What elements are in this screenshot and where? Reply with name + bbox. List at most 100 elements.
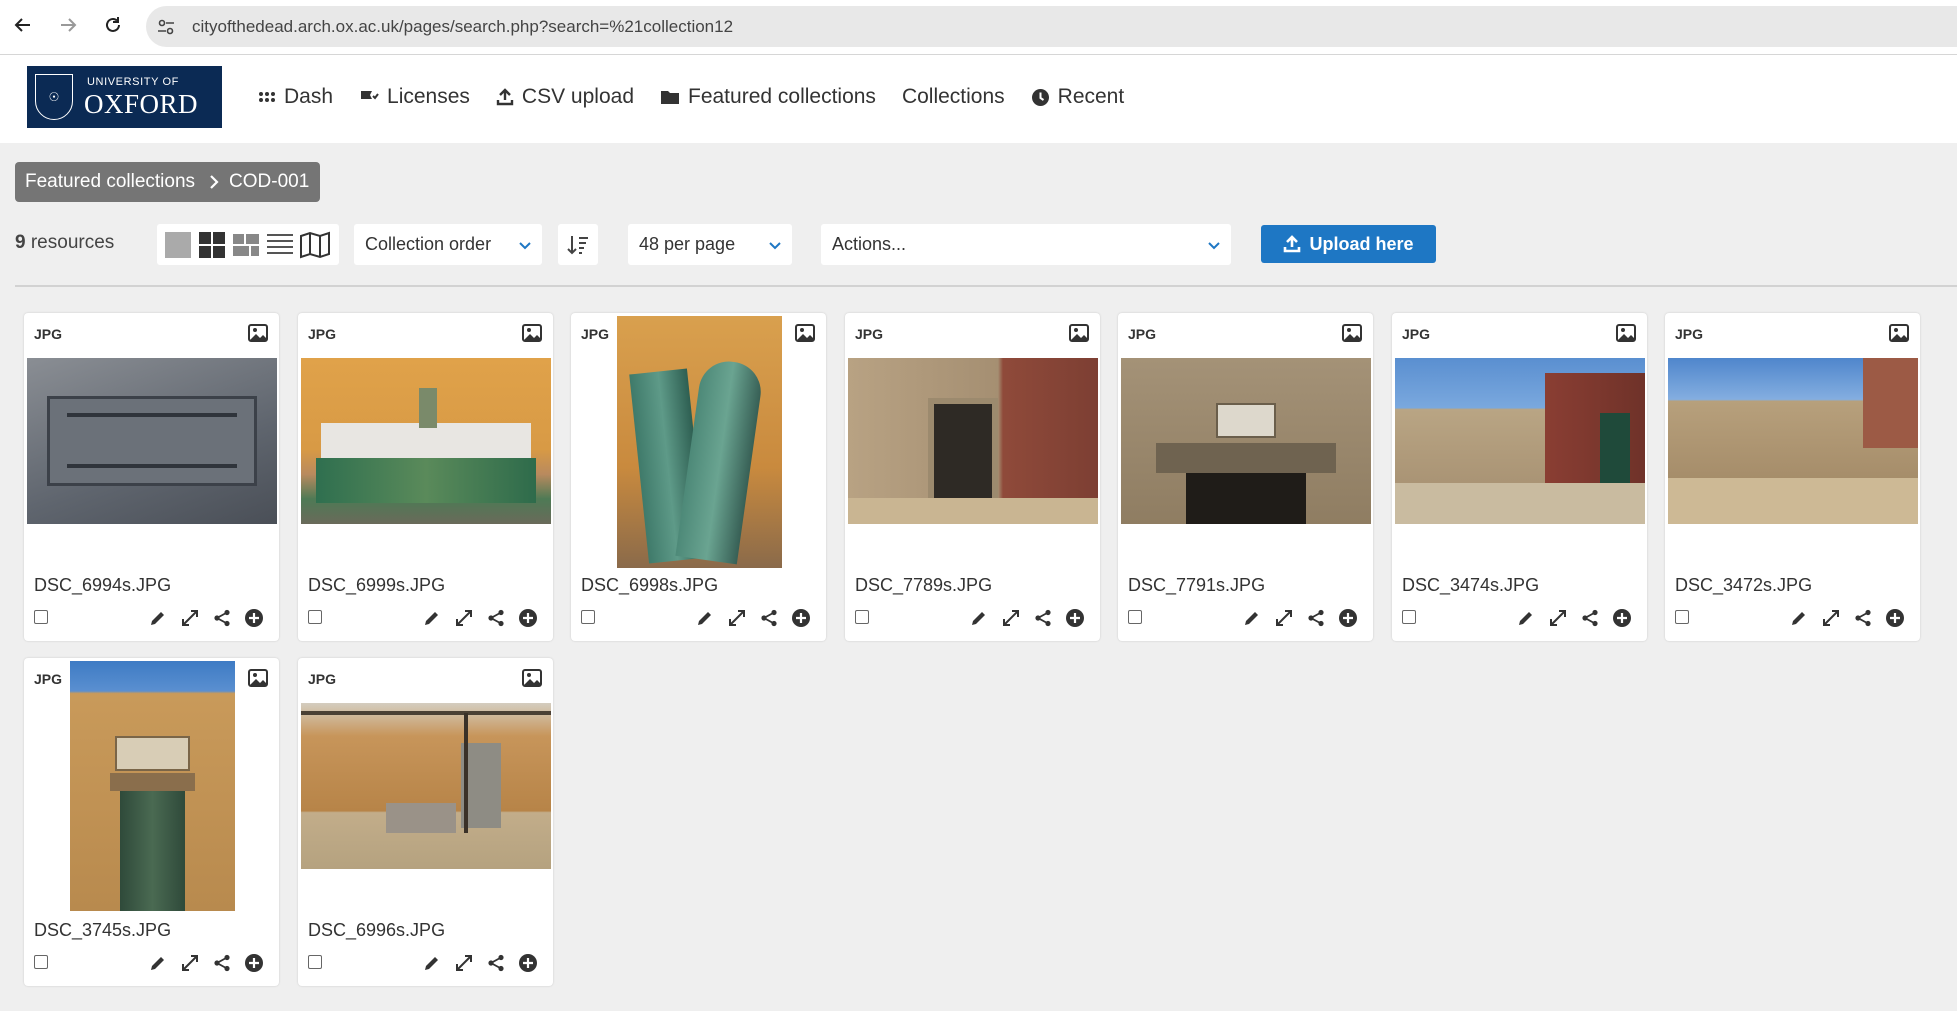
add-to-collection-icon[interactable]	[243, 607, 265, 629]
resource-filename[interactable]: DSC_6994s.JPG	[34, 575, 171, 596]
expand-icon[interactable]	[453, 607, 475, 629]
share-icon[interactable]	[485, 952, 507, 974]
resource-thumbnail[interactable]	[301, 358, 551, 524]
resource-card[interactable]: JPG DSC_3474s.JPG	[1392, 313, 1647, 641]
per-page-select[interactable]: 48 per page	[628, 224, 792, 265]
resource-filename[interactable]: DSC_3745s.JPG	[34, 920, 171, 941]
resource-thumbnail[interactable]	[301, 703, 551, 869]
resource-filename[interactable]: DSC_3474s.JPG	[1402, 575, 1539, 596]
resource-thumbnail[interactable]	[1121, 358, 1371, 524]
share-icon[interactable]	[1305, 607, 1327, 629]
share-icon[interactable]	[1032, 607, 1054, 629]
select-checkbox[interactable]	[308, 955, 322, 969]
resource-thumbnail[interactable]	[27, 358, 277, 524]
resource-count: 9 resources	[15, 232, 114, 254]
resource-card[interactable]: JPG DSC_6996s.JPG	[298, 658, 553, 986]
edit-icon[interactable]	[147, 607, 169, 629]
resource-card[interactable]: JPG DSC_7789s.JPG	[845, 313, 1100, 641]
resource-card[interactable]: JPG DSC_3472s.JPG	[1665, 313, 1920, 641]
list-view-icon[interactable]	[266, 231, 294, 259]
select-checkbox[interactable]	[581, 610, 595, 624]
resource-thumbnail[interactable]	[1668, 358, 1918, 524]
resource-thumbnail[interactable]	[1395, 358, 1645, 524]
add-to-collection-icon[interactable]	[517, 952, 539, 974]
share-icon[interactable]	[1852, 607, 1874, 629]
resource-filename[interactable]: DSC_6996s.JPG	[308, 920, 445, 941]
expand-icon[interactable]	[1273, 607, 1295, 629]
address-bar[interactable]: cityofthedead.arch.ox.ac.uk/pages/search…	[146, 6, 1957, 47]
expand-icon[interactable]	[179, 952, 201, 974]
edit-icon[interactable]	[1788, 607, 1810, 629]
edit-icon[interactable]	[421, 952, 443, 974]
resource-thumbnail[interactable]	[848, 358, 1098, 524]
expand-icon[interactable]	[726, 607, 748, 629]
actions-select[interactable]: Actions...	[821, 224, 1231, 265]
map-view-icon[interactable]	[300, 231, 330, 259]
chevron-down-icon	[518, 237, 532, 258]
edit-icon[interactable]	[1241, 607, 1263, 629]
file-type-badge: JPG	[1128, 326, 1157, 342]
edit-icon[interactable]	[421, 607, 443, 629]
resource-card[interactable]: JPG DSC_6999s.JPG	[298, 313, 553, 641]
add-to-collection-icon[interactable]	[517, 607, 539, 629]
resource-filename[interactable]: DSC_6999s.JPG	[308, 575, 445, 596]
nav-dash[interactable]: Dash	[258, 85, 333, 109]
medium-thumbs-icon[interactable]	[198, 231, 226, 259]
resource-card[interactable]: JPG DSC_6998s.JPG	[571, 313, 826, 641]
add-to-collection-icon[interactable]	[1337, 607, 1359, 629]
share-icon[interactable]	[211, 952, 233, 974]
select-checkbox[interactable]	[1402, 610, 1416, 624]
large-thumbs-icon[interactable]	[164, 231, 192, 259]
add-to-collection-icon[interactable]	[1884, 607, 1906, 629]
share-icon[interactable]	[485, 607, 507, 629]
add-to-collection-icon[interactable]	[1064, 607, 1086, 629]
back-icon[interactable]	[10, 12, 36, 38]
resource-card[interactable]: JPG DSC_7791s.JPG	[1118, 313, 1373, 641]
select-checkbox[interactable]	[1128, 610, 1142, 624]
sort-order-select[interactable]: Collection order	[354, 224, 542, 265]
resource-card[interactable]: JPG DSC_6994s.JPG	[24, 313, 279, 641]
select-checkbox[interactable]	[34, 610, 48, 624]
add-to-collection-icon[interactable]	[243, 952, 265, 974]
nav-csv-upload[interactable]: CSV upload	[496, 85, 634, 109]
nav-collections[interactable]: Collections	[902, 85, 1005, 109]
strip-view-icon[interactable]	[232, 231, 260, 259]
resource-filename[interactable]: DSC_7791s.JPG	[1128, 575, 1265, 596]
resource-thumbnail[interactable]	[70, 661, 235, 911]
select-checkbox[interactable]	[34, 955, 48, 969]
edit-icon[interactable]	[694, 607, 716, 629]
breadcrumb-current[interactable]: COD-001	[229, 171, 309, 193]
resource-filename[interactable]: DSC_6998s.JPG	[581, 575, 718, 596]
resource-card[interactable]: JPG DSC_3745s.JPG	[24, 658, 279, 986]
reload-icon[interactable]	[100, 12, 126, 38]
nav-recent[interactable]: Recent	[1031, 85, 1124, 109]
oxford-logo[interactable]: ☉ UNIVERSITY OF OXFORD	[27, 66, 222, 128]
resource-thumbnail[interactable]	[617, 316, 782, 568]
forward-icon[interactable]	[55, 12, 81, 38]
site-settings-icon[interactable]	[156, 17, 176, 37]
add-to-collection-icon[interactable]	[1611, 607, 1633, 629]
nav-featured-collections[interactable]: Featured collections	[660, 85, 876, 109]
select-checkbox[interactable]	[308, 610, 322, 624]
edit-icon[interactable]	[147, 952, 169, 974]
expand-icon[interactable]	[453, 952, 475, 974]
nav-licenses[interactable]: Licenses	[359, 85, 470, 109]
upload-here-button[interactable]: Upload here	[1261, 225, 1436, 263]
share-icon[interactable]	[211, 607, 233, 629]
expand-icon[interactable]	[1820, 607, 1842, 629]
select-checkbox[interactable]	[855, 610, 869, 624]
select-checkbox[interactable]	[1675, 610, 1689, 624]
expand-icon[interactable]	[179, 607, 201, 629]
edit-icon[interactable]	[1515, 607, 1537, 629]
expand-icon[interactable]	[1000, 607, 1022, 629]
edit-icon[interactable]	[968, 607, 990, 629]
share-icon[interactable]	[1579, 607, 1601, 629]
resource-filename[interactable]: DSC_7789s.JPG	[855, 575, 992, 596]
file-type-badge: JPG	[34, 326, 63, 342]
breadcrumb-featured-collections[interactable]: Featured collections	[25, 171, 195, 193]
share-icon[interactable]	[758, 607, 780, 629]
sort-direction-button[interactable]	[558, 224, 598, 265]
expand-icon[interactable]	[1547, 607, 1569, 629]
add-to-collection-icon[interactable]	[790, 607, 812, 629]
resource-filename[interactable]: DSC_3472s.JPG	[1675, 575, 1812, 596]
